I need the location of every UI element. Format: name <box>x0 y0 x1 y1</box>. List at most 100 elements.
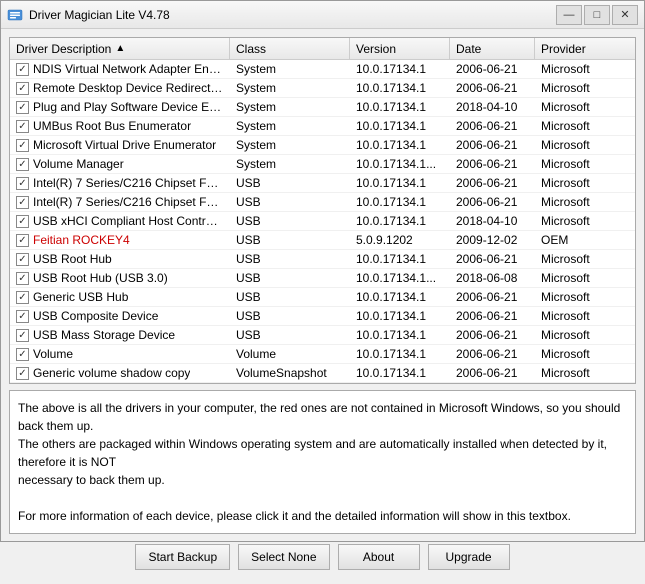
col-header-provider[interactable]: Provider <box>535 38 635 59</box>
driver-date: 2018-04-10 <box>450 98 535 116</box>
driver-provider: Microsoft <box>535 250 635 268</box>
driver-version: 10.0.17134.1 <box>350 193 450 211</box>
row-checkbox[interactable]: ✓ <box>16 63 29 76</box>
driver-name: Volume <box>33 347 73 361</box>
row-checkbox[interactable]: ✓ <box>16 291 29 304</box>
table-row[interactable]: ✓USB Mass Storage DeviceUSB10.0.17134.12… <box>10 326 635 345</box>
select-none-button[interactable]: Select None <box>238 544 329 570</box>
driver-provider: Microsoft <box>535 117 635 135</box>
driver-date: 2009-12-02 <box>450 231 535 249</box>
driver-provider: Microsoft <box>535 326 635 344</box>
title-bar-left: Driver Magician Lite V4.78 <box>7 7 170 23</box>
col-header-version[interactable]: Version <box>350 38 450 59</box>
title-controls: — □ ✕ <box>556 5 638 25</box>
driver-date: 2006-06-21 <box>450 345 535 363</box>
row-checkbox[interactable]: ✓ <box>16 196 29 209</box>
title-bar: Driver Magician Lite V4.78 — □ ✕ <box>1 1 644 29</box>
row-checkbox[interactable]: ✓ <box>16 234 29 247</box>
start-backup-button[interactable]: Start Backup <box>135 544 230 570</box>
table-row[interactable]: ✓Remote Desktop Device Redirector BusSys… <box>10 79 635 98</box>
table-header: Driver Description ▲ Class Version Date … <box>10 38 635 60</box>
row-checkbox[interactable]: ✓ <box>16 272 29 285</box>
driver-version: 10.0.17134.1 <box>350 307 450 325</box>
driver-date: 2006-06-21 <box>450 117 535 135</box>
driver-date: 2006-06-21 <box>450 60 535 78</box>
info-text: The above is all the drivers in your com… <box>18 401 620 523</box>
driver-name: Remote Desktop Device Redirector Bus <box>33 81 224 95</box>
table-row[interactable]: ✓USB xHCI Compliant Host ControllerUSB10… <box>10 212 635 231</box>
row-checkbox[interactable]: ✓ <box>16 253 29 266</box>
row-checkbox[interactable]: ✓ <box>16 177 29 190</box>
driver-version: 10.0.17134.1 <box>350 250 450 268</box>
row-checkbox[interactable]: ✓ <box>16 120 29 133</box>
driver-class: USB <box>230 174 350 192</box>
driver-version: 10.0.17134.1 <box>350 326 450 344</box>
driver-name: Volume Manager <box>33 157 124 171</box>
driver-class: System <box>230 60 350 78</box>
about-button[interactable]: About <box>338 544 420 570</box>
row-checkbox[interactable]: ✓ <box>16 348 29 361</box>
table-row[interactable]: ✓Plug and Play Software Device Enumerato… <box>10 98 635 117</box>
driver-version: 10.0.17134.1 <box>350 136 450 154</box>
driver-table: Driver Description ▲ Class Version Date … <box>9 37 636 384</box>
driver-provider: Microsoft <box>535 307 635 325</box>
table-row[interactable]: ✓Microsoft Virtual Drive EnumeratorSyste… <box>10 136 635 155</box>
driver-name: USB Root Hub <box>33 252 112 266</box>
driver-version: 10.0.17134.1 <box>350 60 450 78</box>
info-box: The above is all the drivers in your com… <box>9 390 636 534</box>
driver-name: USB Root Hub (USB 3.0) <box>33 271 168 285</box>
table-row[interactable]: ✓Feitian ROCKEY4USB5.0.9.12022009-12-02O… <box>10 231 635 250</box>
driver-class: USB <box>230 288 350 306</box>
row-checkbox[interactable]: ✓ <box>16 367 29 380</box>
row-checkbox[interactable]: ✓ <box>16 310 29 323</box>
close-button[interactable]: ✕ <box>612 5 638 25</box>
button-row: Start Backup Select None About Upgrade <box>9 540 636 576</box>
driver-date: 2006-06-21 <box>450 155 535 173</box>
driver-version: 10.0.17134.1 <box>350 79 450 97</box>
table-row[interactable]: ✓NDIS Virtual Network Adapter Enumerator… <box>10 60 635 79</box>
driver-date: 2006-06-21 <box>450 307 535 325</box>
driver-provider: Microsoft <box>535 98 635 116</box>
table-row[interactable]: ✓Intel(R) 7 Series/C216 Chipset Family U… <box>10 193 635 212</box>
maximize-button[interactable]: □ <box>584 5 610 25</box>
table-row[interactable]: ✓USB Root Hub (USB 3.0)USB10.0.17134.1..… <box>10 269 635 288</box>
driver-provider: Microsoft <box>535 136 635 154</box>
table-row[interactable]: ✓Generic USB HubUSB10.0.17134.12006-06-2… <box>10 288 635 307</box>
driver-provider: Microsoft <box>535 155 635 173</box>
driver-version: 10.0.17134.1 <box>350 288 450 306</box>
driver-class: USB <box>230 250 350 268</box>
driver-provider: Microsoft <box>535 364 635 382</box>
table-row[interactable]: ✓Volume ManagerSystem10.0.17134.1...2006… <box>10 155 635 174</box>
row-checkbox[interactable]: ✓ <box>16 329 29 342</box>
driver-name: UMBus Root Bus Enumerator <box>33 119 191 133</box>
table-row[interactable]: ✓USB Root HubUSB10.0.17134.12006-06-21Mi… <box>10 250 635 269</box>
row-checkbox[interactable]: ✓ <box>16 215 29 228</box>
driver-provider: Microsoft <box>535 60 635 78</box>
row-checkbox[interactable]: ✓ <box>16 158 29 171</box>
content-area: Driver Description ▲ Class Version Date … <box>1 29 644 584</box>
table-row[interactable]: ✓Generic volume shadow copyVolumeSnapsho… <box>10 364 635 383</box>
app-icon <box>7 7 23 23</box>
col-header-driver[interactable]: Driver Description ▲ <box>10 38 230 59</box>
table-row[interactable]: ✓VolumeVolume10.0.17134.12006-06-21Micro… <box>10 345 635 364</box>
upgrade-button[interactable]: Upgrade <box>428 544 510 570</box>
driver-name: USB Composite Device <box>33 309 158 323</box>
driver-provider: OEM <box>535 231 635 249</box>
table-row[interactable]: ✓UMBus Root Bus EnumeratorSystem10.0.171… <box>10 117 635 136</box>
row-checkbox[interactable]: ✓ <box>16 101 29 114</box>
table-scroll-area[interactable]: ✓NDIS Virtual Network Adapter Enumerator… <box>10 60 635 383</box>
driver-version: 10.0.17134.1 <box>350 212 450 230</box>
table-row[interactable]: ✓USB Composite DeviceUSB10.0.17134.12006… <box>10 307 635 326</box>
driver-class: USB <box>230 193 350 211</box>
driver-class: System <box>230 98 350 116</box>
col-header-date[interactable]: Date <box>450 38 535 59</box>
driver-version: 10.0.17134.1 <box>350 117 450 135</box>
minimize-button[interactable]: — <box>556 5 582 25</box>
driver-date: 2006-06-21 <box>450 364 535 382</box>
row-checkbox[interactable]: ✓ <box>16 139 29 152</box>
row-checkbox[interactable]: ✓ <box>16 82 29 95</box>
main-window: Driver Magician Lite V4.78 — □ ✕ Driver … <box>0 0 645 542</box>
table-row[interactable]: ✓Intel(R) 7 Series/C216 Chipset Family U… <box>10 174 635 193</box>
driver-class: USB <box>230 231 350 249</box>
col-header-class[interactable]: Class <box>230 38 350 59</box>
